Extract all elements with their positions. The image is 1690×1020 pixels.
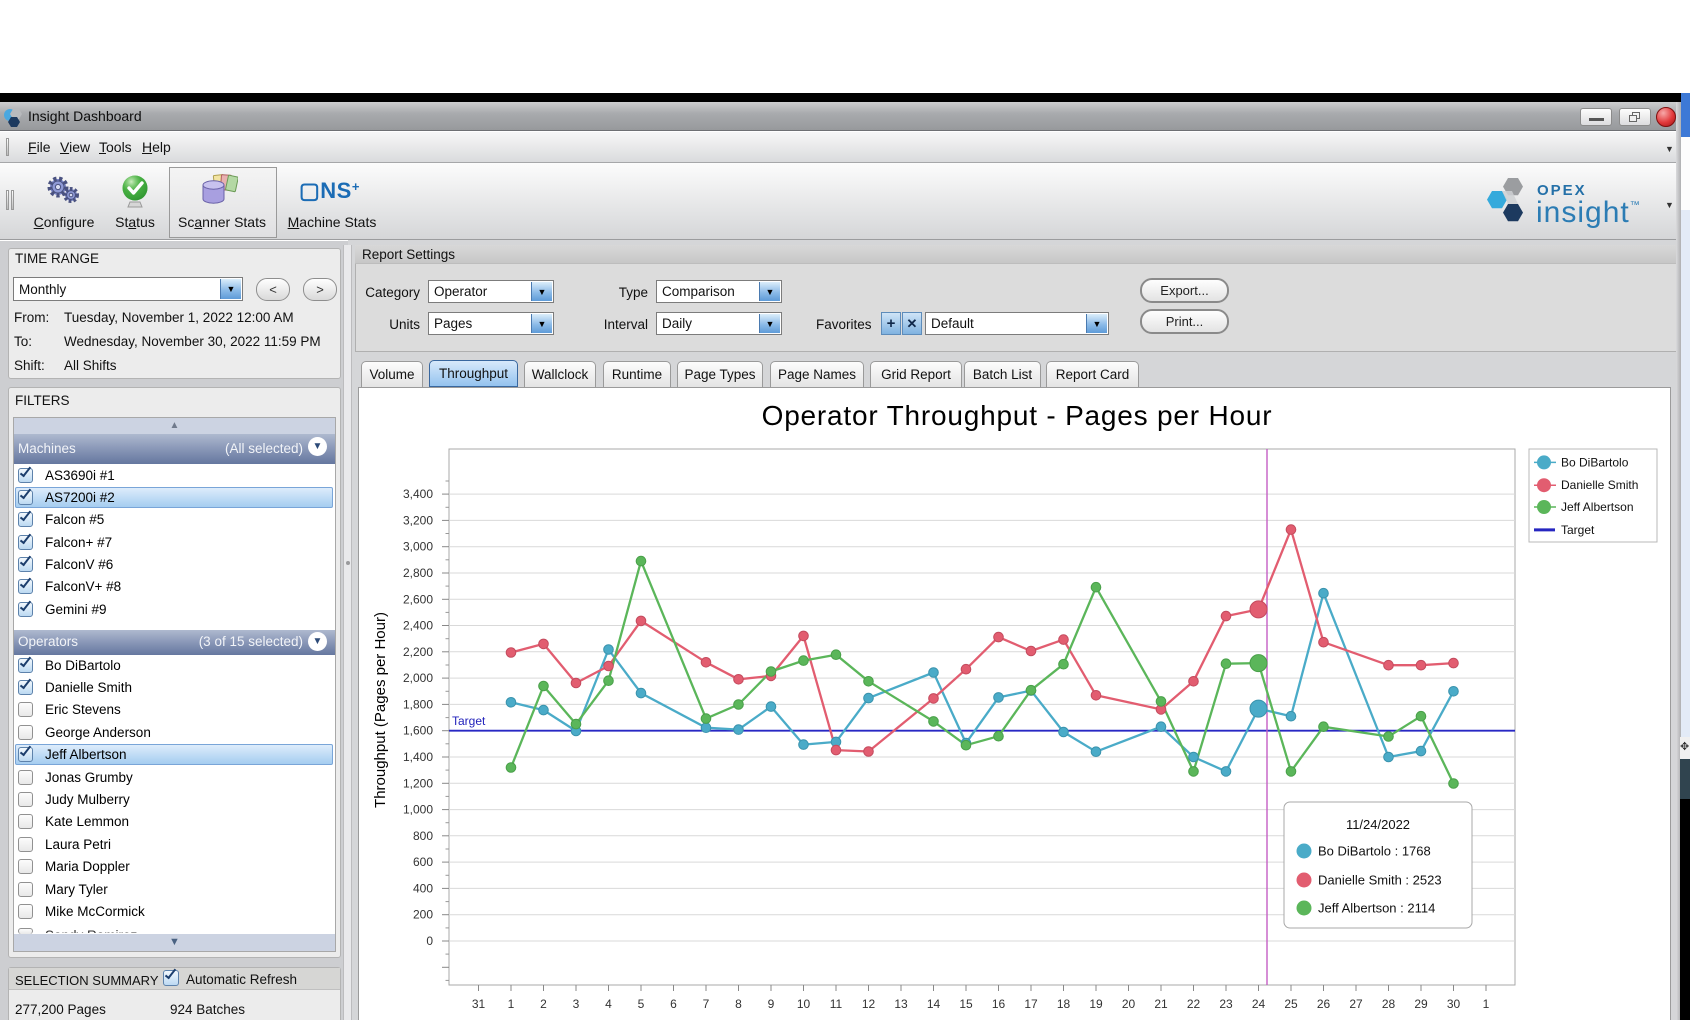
svg-text:2,000: 2,000: [403, 671, 433, 685]
svg-text:9: 9: [768, 997, 775, 1011]
svg-text:11: 11: [830, 997, 843, 1011]
svg-text:12: 12: [862, 997, 876, 1011]
svg-text:400: 400: [413, 881, 433, 895]
svg-text:2,800: 2,800: [403, 566, 433, 580]
svg-text:29: 29: [1414, 997, 1428, 1011]
svg-text:Throughput (Pages per Hour): Throughput (Pages per Hour): [372, 612, 389, 808]
svg-text:23: 23: [1219, 997, 1233, 1011]
svg-text:2,200: 2,200: [403, 645, 433, 659]
svg-text:3,400: 3,400: [403, 487, 433, 501]
svg-text:10: 10: [797, 997, 811, 1011]
svg-text:1,200: 1,200: [403, 776, 433, 790]
svg-text:8: 8: [735, 997, 742, 1011]
svg-text:25: 25: [1284, 997, 1298, 1011]
svg-text:2,400: 2,400: [403, 619, 433, 633]
svg-text:28: 28: [1382, 997, 1396, 1011]
svg-text:800: 800: [413, 829, 433, 843]
svg-text:24: 24: [1252, 997, 1266, 1011]
svg-text:Danielle Smith: Danielle Smith: [1561, 478, 1638, 492]
svg-text:20: 20: [1122, 997, 1136, 1011]
svg-text:3,200: 3,200: [403, 513, 433, 527]
svg-text:Jeff Albertson: Jeff Albertson: [1561, 500, 1634, 514]
svg-text:1,600: 1,600: [403, 724, 433, 738]
svg-text:11/24/2022: 11/24/2022: [1346, 817, 1410, 832]
svg-text:0: 0: [426, 934, 433, 948]
svg-text:Target: Target: [1561, 523, 1595, 537]
svg-text:Operator Throughput - Pages pe: Operator Throughput - Pages per Hour: [762, 400, 1273, 431]
svg-text:1,400: 1,400: [403, 750, 433, 764]
svg-text:21: 21: [1154, 997, 1168, 1011]
svg-text:14: 14: [927, 997, 941, 1011]
svg-text:18: 18: [1057, 997, 1071, 1011]
svg-text:600: 600: [413, 855, 433, 869]
svg-text:15: 15: [959, 997, 973, 1011]
svg-text:16: 16: [992, 997, 1006, 1011]
svg-text:1: 1: [1483, 997, 1490, 1011]
svg-text:1: 1: [508, 997, 515, 1011]
svg-text:7: 7: [703, 997, 710, 1011]
svg-text:Bo DiBartolo: Bo DiBartolo: [1561, 455, 1629, 469]
svg-text:31: 31: [472, 997, 486, 1011]
svg-text:1,000: 1,000: [403, 803, 433, 817]
svg-text:30: 30: [1447, 997, 1461, 1011]
svg-text:3,000: 3,000: [403, 540, 433, 554]
svg-text:5: 5: [638, 997, 645, 1011]
svg-text:Target: Target: [452, 714, 486, 728]
svg-text:6: 6: [670, 997, 677, 1011]
svg-text:19: 19: [1089, 997, 1103, 1011]
svg-text:22: 22: [1187, 997, 1201, 1011]
svg-text:Danielle Smith : 2523: Danielle Smith : 2523: [1318, 873, 1442, 888]
svg-text:27: 27: [1349, 997, 1363, 1011]
svg-text:1,800: 1,800: [403, 697, 433, 711]
svg-text:4: 4: [605, 997, 612, 1011]
svg-text:13: 13: [894, 997, 908, 1011]
svg-text:Jeff Albertson : 2114: Jeff Albertson : 2114: [1318, 901, 1435, 916]
svg-text:2,600: 2,600: [403, 592, 433, 606]
svg-text:26: 26: [1317, 997, 1331, 1011]
svg-text:2: 2: [540, 997, 547, 1011]
svg-text:17: 17: [1024, 997, 1038, 1011]
svg-text:3: 3: [573, 997, 580, 1011]
svg-text:200: 200: [413, 908, 433, 922]
svg-text:Bo DiBartolo : 1768: Bo DiBartolo : 1768: [1318, 844, 1431, 859]
